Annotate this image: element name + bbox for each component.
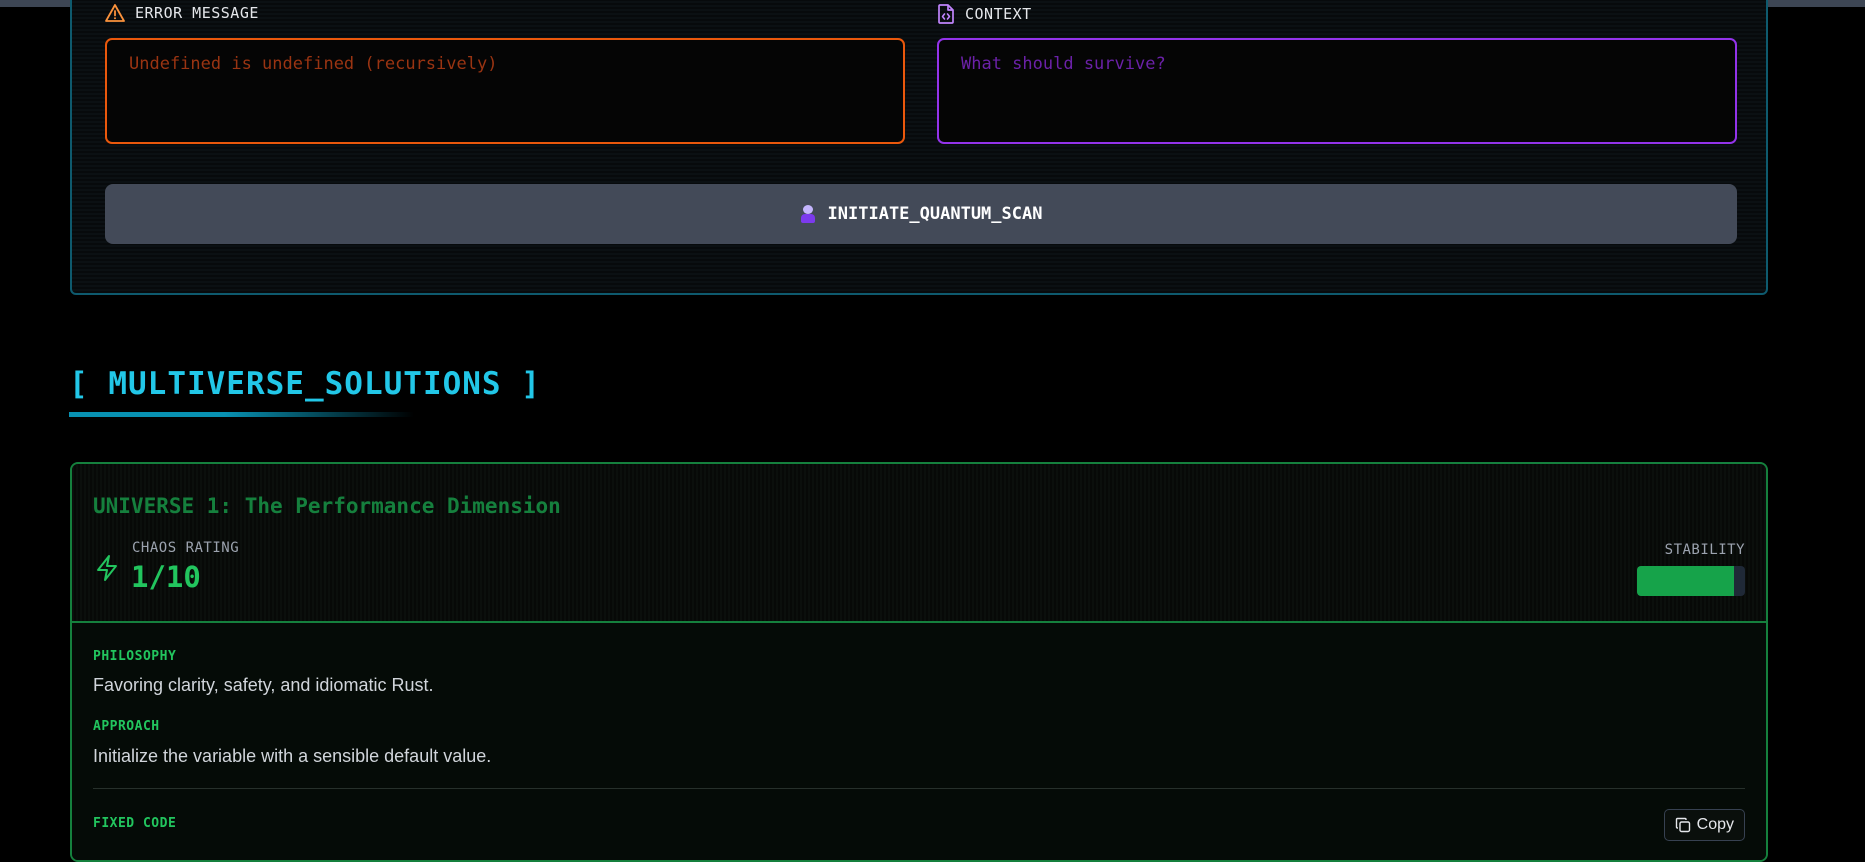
context-placeholder: What should survive? [961,54,1166,74]
approach-label: APPROACH [93,719,160,734]
error-message-header: ERROR MESSAGE [105,4,259,22]
fixed-code-label: FIXED CODE [93,816,177,831]
lightning-bolt-icon [97,555,117,581]
initiate-quantum-scan-button[interactable]: INITIATE_QUANTUM_SCAN [105,184,1737,244]
approach-text: Initialize the variable with a sensible … [93,746,492,766]
input-panel: ERROR MESSAGE CONTEXT Undefined is undef… [70,0,1768,295]
stability-bar-fill [1637,566,1735,596]
context-input[interactable]: What should survive? [937,38,1737,144]
error-message-label: ERROR MESSAGE [135,4,259,22]
stability-bar [1637,566,1745,596]
philosophy-label: PHILOSOPHY [93,649,177,664]
chaos-rating-label: CHAOS RATING [132,540,240,556]
universe-title: UNIVERSE 1: The Performance Dimension [93,494,561,514]
universe-card-header: UNIVERSE 1: The Performance Dimension CH… [72,464,1766,623]
scientist-emoji-icon [800,205,816,223]
context-label: CONTEXT [965,5,1032,23]
code-file-icon [938,4,954,24]
error-message-placeholder: Undefined is undefined (recursively) [129,54,498,74]
scan-button-label: INITIATE_QUANTUM_SCAN [827,204,1043,224]
universe-card-body: PHILOSOPHY Favoring clarity, safety, and… [72,623,1766,860]
copy-button[interactable]: Copy [1663,809,1745,841]
context-header: CONTEXT [937,4,1032,24]
universe-card: UNIVERSE 1: The Performance Dimension CH… [70,462,1768,862]
warning-triangle-icon [105,4,125,22]
section-title-underline [69,412,414,417]
philosophy-text: Favoring clarity, safety, and idiomatic … [93,675,434,695]
section-divider [93,788,1745,789]
error-message-input[interactable]: Undefined is undefined (recursively) [105,38,905,144]
stability-label: STABILITY [1664,542,1745,558]
section-title: [ MULTIVERSE_SOLUTIONS ] [69,366,541,402]
copy-label: Copy [1696,816,1734,833]
copy-icon [1675,817,1690,833]
chaos-rating-value: 1/10 [131,560,201,594]
